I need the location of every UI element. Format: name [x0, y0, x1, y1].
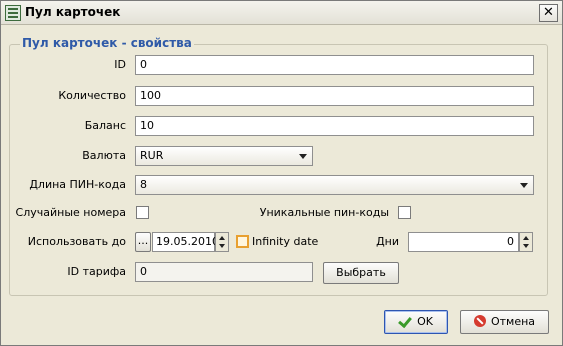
balance-label: Баланс: [84, 119, 126, 132]
days-label: Дни: [376, 235, 399, 248]
quantity-field[interactable]: 100: [135, 86, 534, 106]
tariff-id-field: 0: [135, 262, 313, 282]
currency-label: Валюта: [82, 149, 126, 162]
currency-select-value: RUR: [140, 149, 164, 162]
pin-length-select-value: 8: [140, 178, 147, 191]
cancel-button-label: Отмена: [490, 315, 536, 328]
random-numbers-label: Случайные номера: [15, 206, 126, 219]
chevron-down-icon: [520, 183, 528, 188]
days-spinner[interactable]: [519, 232, 533, 252]
group-title: Пул карточек - свойства: [20, 36, 194, 50]
infinity-date-label: Infinity date: [252, 235, 319, 248]
cancel-icon: [473, 315, 486, 327]
properties-group: [9, 44, 548, 296]
date-spinner[interactable]: [215, 232, 229, 252]
date-field[interactable]: 19.05.2010: [152, 232, 219, 252]
id-field[interactable]: 0: [135, 55, 534, 75]
balance-field[interactable]: 10: [135, 116, 534, 136]
days-field[interactable]: 0: [408, 232, 519, 252]
chevron-down-icon: [299, 154, 307, 159]
window-title: Пул карточек: [25, 5, 121, 19]
pin-length-select[interactable]: 8: [135, 175, 534, 195]
cancel-button[interactable]: Отмена: [460, 310, 549, 334]
currency-select[interactable]: RUR: [135, 146, 313, 166]
ok-button-label: OK: [417, 315, 433, 328]
close-button[interactable]: ✕: [539, 4, 558, 22]
spin-up-icon[interactable]: [219, 236, 225, 240]
random-numbers-checkbox[interactable]: [136, 206, 149, 219]
spin-up-icon[interactable]: [523, 236, 529, 240]
unique-pins-label: Уникальные пин-коды: [259, 206, 389, 219]
pin-length-label: Длина ПИН-кода: [29, 178, 126, 191]
check-icon: [399, 315, 413, 327]
infinity-date-checkbox[interactable]: [236, 235, 249, 248]
select-tariff-button[interactable]: Выбрать: [323, 262, 399, 284]
spin-down-icon[interactable]: [219, 244, 225, 248]
unique-pins-checkbox[interactable]: [398, 206, 411, 219]
id-label: ID: [114, 58, 126, 71]
use-until-label: Использовать до: [27, 235, 126, 248]
app-icon: [5, 5, 21, 21]
spin-down-icon[interactable]: [523, 244, 529, 248]
dialog-window: Пул карточек ✕ Пул карточек - свойства I…: [0, 0, 563, 346]
date-picker-button[interactable]: ...: [135, 232, 151, 252]
tariff-id-label: ID тарифа: [67, 265, 126, 278]
quantity-label: Количество: [58, 89, 126, 102]
ok-button[interactable]: OK: [384, 310, 448, 334]
title-bar[interactable]: Пул карточек ✕: [1, 1, 562, 25]
